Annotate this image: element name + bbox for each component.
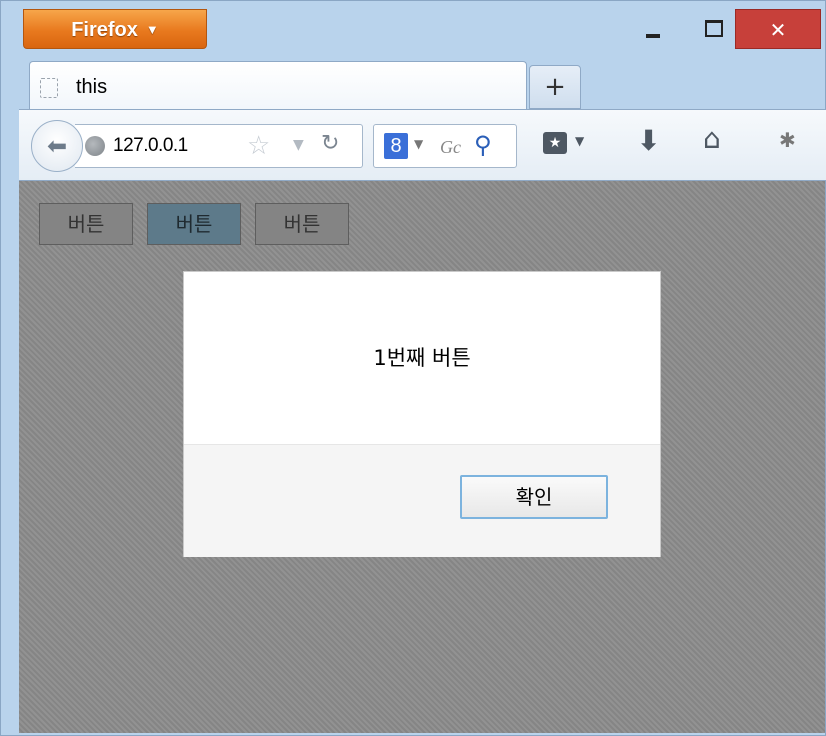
navigation-toolbar: 127.0.0.1 ☆ ▼ ↻ ⬅ 8 ▼ Gc ⚲ ★ ▼ ⬇ ⌂ ✱ [19, 109, 826, 181]
tab-title: this [76, 76, 108, 98]
browser-window: Firefox ▼ ✕ this + 127.0.0.1 ☆ ▼ ↻ ⬅ 8 ▼ … [0, 0, 826, 736]
star-icon[interactable]: ☆ [247, 131, 270, 161]
page-button-2[interactable]: 버튼 [147, 203, 241, 245]
chevron-down-icon: ▼ [145, 22, 159, 37]
tab-this[interactable]: this [29, 61, 527, 113]
page-viewport: 버튼 버튼 버튼 1번째 버튼 확인 [19, 181, 825, 733]
reload-icon[interactable]: ↻ [321, 131, 339, 156]
page-button-3[interactable]: 버튼 [255, 203, 349, 245]
firefox-menu-button[interactable]: Firefox ▼ [23, 9, 207, 49]
download-icon[interactable]: ⬇ [637, 124, 660, 157]
close-icon: ✕ [769, 18, 787, 42]
new-tab-button[interactable]: + [529, 65, 581, 109]
search-placeholder[interactable]: Gc [440, 137, 461, 158]
firefox-menu-label: Firefox [71, 19, 138, 41]
dialog-message: 1번째 버튼 [373, 346, 471, 370]
maximize-icon [705, 20, 723, 37]
maximize-button[interactable] [691, 9, 735, 49]
page-button-1[interactable]: 버튼 [39, 203, 133, 245]
back-icon: ⬅ [46, 132, 68, 160]
engine-caret-icon[interactable]: ▼ [414, 137, 423, 151]
blank-page-icon [40, 78, 58, 98]
back-button[interactable]: ⬅ [31, 120, 83, 172]
url-text[interactable]: 127.0.0.1 [113, 135, 188, 157]
minimize-button[interactable] [631, 9, 675, 49]
close-button[interactable]: ✕ [735, 9, 821, 49]
home-icon[interactable]: ⌂ [703, 122, 721, 155]
ok-button[interactable]: 확인 [460, 475, 608, 519]
url-bar[interactable]: 127.0.0.1 ☆ ▼ ↻ [75, 124, 363, 168]
magnifier-icon[interactable]: ⚲ [474, 131, 492, 159]
search-bar[interactable]: 8 ▼ Gc ⚲ [373, 124, 517, 168]
dialog-footer: 확인 [184, 444, 660, 557]
minimize-icon [646, 34, 660, 38]
addon-icon[interactable]: ✱ [779, 128, 796, 152]
alert-dialog: 1번째 버튼 확인 [183, 271, 661, 557]
google-icon[interactable]: 8 [384, 133, 408, 159]
plus-icon: + [544, 72, 566, 102]
globe-icon[interactable] [85, 136, 105, 156]
bookmarks-icon[interactable]: ★ [543, 132, 567, 154]
dropmark-icon[interactable]: ▼ [293, 137, 304, 153]
bookmarks-caret-icon[interactable]: ▼ [575, 134, 584, 148]
